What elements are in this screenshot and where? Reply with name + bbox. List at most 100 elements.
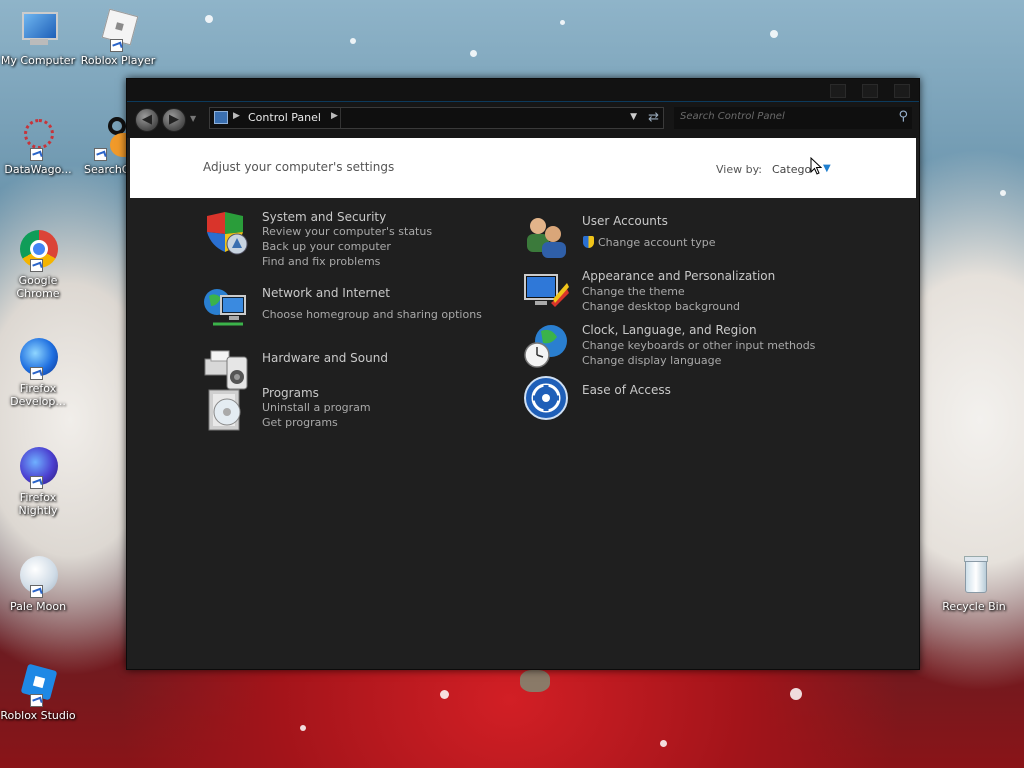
desktop-icon-label: Recycle Bin [942, 600, 1006, 613]
settings-header: Adjust your computer's settings View by:… [130, 138, 916, 198]
snowflake [440, 690, 449, 699]
ease-of-access-icon [523, 375, 569, 421]
desktop-icon-firefox-nightly[interactable]: Firefox Nightly [0, 445, 76, 517]
datawago-icon [16, 117, 60, 161]
address-bar[interactable]: ▶ Control Panel ▶ ▼ ⇄ [209, 107, 664, 129]
shortcut-arrow-icon [110, 39, 123, 52]
desktop-icon-recycle-bin[interactable]: Recycle Bin [936, 554, 1012, 613]
search-globe-icon [88, 117, 126, 161]
snowflake [350, 38, 356, 44]
desktop-icon-firefox-developer[interactable]: Firefox Develop... [0, 336, 76, 408]
category-title[interactable]: User Accounts [582, 214, 668, 228]
users-icon [523, 214, 569, 260]
coat-button [520, 670, 550, 692]
desktop-icon-searchg[interactable]: SearchG... [80, 117, 126, 176]
address-dropdown-icon[interactable]: ▼ [630, 112, 637, 122]
roblox-studio-icon [16, 663, 60, 707]
title-bar[interactable] [127, 79, 919, 102]
category-title[interactable]: Ease of Access [582, 383, 671, 397]
link-text: Change account type [598, 236, 716, 249]
network-globe-icon [203, 286, 249, 332]
desktop-icon-label: Google Chrome [16, 274, 60, 300]
clock-globe-icon [523, 323, 569, 369]
view-by-label: View by: [716, 163, 762, 176]
roblox-icon [96, 8, 140, 52]
link-back-up[interactable]: Back up your computer [262, 240, 391, 253]
desktop-icon-my-computer[interactable]: My Computer [0, 8, 76, 67]
breadcrumb-separator-icon[interactable]: ▶ [233, 111, 240, 121]
link-change-desktop-background[interactable]: Change desktop background [582, 300, 740, 313]
link-change-account-type[interactable]: Change account type [583, 236, 716, 249]
desktop-icon-label: My Computer [0, 54, 76, 67]
snowflake [300, 725, 306, 731]
page-title: Adjust your computer's settings [203, 160, 395, 174]
close-button[interactable] [894, 84, 910, 98]
category-title[interactable]: Network and Internet [262, 286, 390, 300]
refresh-icon[interactable]: ⇄ [648, 110, 659, 125]
desktop-icon-label: Firefox Develop... [10, 382, 66, 408]
minimize-button[interactable] [830, 84, 846, 98]
search-input[interactable] [678, 110, 882, 123]
pale-moon-icon [16, 554, 60, 598]
search-box[interactable]: ⚲ [674, 107, 912, 129]
link-review-status[interactable]: Review your computer's status [262, 225, 432, 238]
firefox-developer-icon [16, 336, 60, 380]
shortcut-arrow-icon [30, 585, 43, 598]
snowflake [770, 30, 778, 38]
snowflake [660, 740, 667, 747]
link-homegroup-sharing[interactable]: Choose homegroup and sharing options [262, 308, 482, 321]
desktop-icon-google-chrome[interactable]: Google Chrome [0, 228, 76, 300]
link-get-programs[interactable]: Get programs [262, 416, 338, 429]
uac-shield-icon [583, 236, 594, 248]
breadcrumb-separator-icon[interactable]: ▶ [331, 111, 338, 121]
snowflake [1000, 190, 1006, 196]
snowflake [790, 688, 802, 700]
category-title[interactable]: Clock, Language, and Region [582, 323, 757, 337]
chrome-icon [16, 228, 60, 272]
category-title[interactable]: Programs [262, 386, 319, 400]
shortcut-arrow-icon [94, 148, 107, 161]
desktop-icon-label: Pale Moon [9, 600, 67, 613]
back-arrow-icon[interactable]: ◀ [135, 108, 159, 132]
category-title[interactable]: Appearance and Personalization [582, 269, 775, 283]
link-change-keyboards[interactable]: Change keyboards or other input methods [582, 339, 815, 352]
programs-disc-icon [203, 386, 249, 432]
control-panel-window: ◀ ▶ ▼ ▶ Control Panel ▶ ▼ ⇄ ⚲ Adjust you… [126, 78, 920, 670]
shortcut-arrow-icon [30, 694, 43, 707]
breadcrumb-control-panel[interactable]: Control Panel [248, 111, 321, 124]
shortcut-arrow-icon [30, 148, 43, 161]
firefox-nightly-icon [16, 445, 60, 489]
recent-pages-dropdown-icon[interactable]: ▼ [190, 114, 196, 123]
desktop-icon-label: Roblox Studio [0, 709, 76, 722]
category-title[interactable]: System and Security [262, 210, 386, 224]
desktop-icon-pale-moon[interactable]: Pale Moon [0, 554, 76, 613]
link-change-display-language[interactable]: Change display language [582, 354, 721, 367]
desktop-icon-roblox-studio[interactable]: Roblox Studio [0, 663, 76, 722]
desktop-icon-label: Roblox Player [80, 54, 156, 67]
desktop-icon-label: SearchG... [84, 163, 126, 176]
snowflake [205, 15, 213, 23]
divider [340, 108, 341, 128]
desktop-icon-label: DataWago... [4, 163, 72, 176]
category-title[interactable]: Hardware and Sound [262, 351, 388, 365]
search-icon[interactable]: ⚲ [898, 109, 908, 124]
computer-icon [16, 8, 60, 52]
link-uninstall-program[interactable]: Uninstall a program [262, 401, 371, 414]
desktop-icon-label: Firefox Nightly [18, 491, 58, 517]
forward-arrow-icon[interactable]: ▶ [162, 108, 186, 132]
control-panel-icon [214, 111, 228, 124]
chevron-down-icon[interactable]: ▼ [823, 163, 831, 174]
maximize-button[interactable] [862, 84, 878, 98]
view-by-dropdown[interactable]: Catego [772, 163, 811, 176]
navigation-toolbar: ◀ ▶ ▼ ▶ Control Panel ▶ ▼ ⇄ ⚲ [127, 102, 919, 138]
link-change-theme[interactable]: Change the theme [582, 285, 685, 298]
mouse-cursor-icon [810, 157, 822, 175]
desktop-icon-roblox-player[interactable]: Roblox Player [80, 8, 156, 67]
shortcut-arrow-icon [30, 476, 43, 489]
printer-speaker-icon [203, 345, 249, 391]
snowflake [470, 50, 477, 57]
recycle-bin-icon [952, 554, 996, 598]
desktop-icon-datawago[interactable]: DataWago... [0, 117, 76, 176]
link-find-fix-problems[interactable]: Find and fix problems [262, 255, 380, 268]
shortcut-arrow-icon [30, 259, 43, 272]
